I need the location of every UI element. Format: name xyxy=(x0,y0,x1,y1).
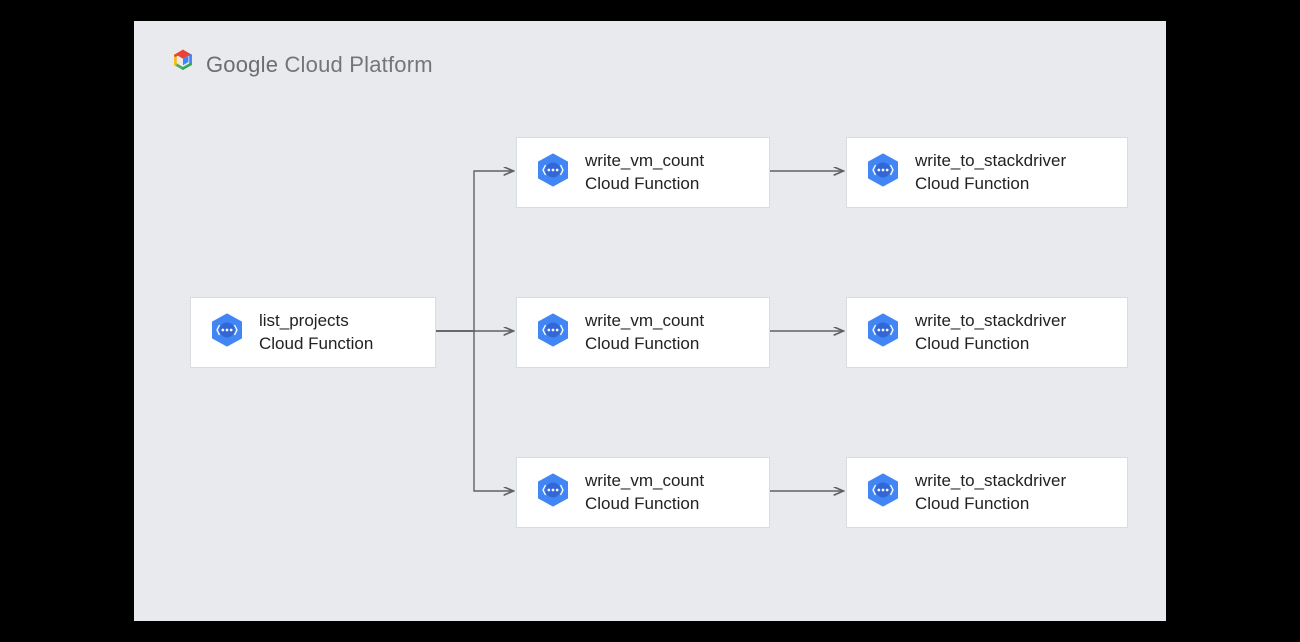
node-subtitle: Cloud Function xyxy=(915,493,1066,515)
node-write-stackdriver-3: write_to_stackdriver Cloud Function xyxy=(846,457,1128,528)
node-write-vm-count-3: write_vm_count Cloud Function xyxy=(516,457,770,528)
node-title: write_to_stackdriver xyxy=(915,470,1066,492)
node-write-stackdriver-1: write_to_stackdriver Cloud Function xyxy=(846,137,1128,208)
node-title: write_vm_count xyxy=(585,150,704,172)
node-title: write_vm_count xyxy=(585,470,704,492)
node-label: list_projects Cloud Function xyxy=(259,310,373,354)
node-list-projects: list_projects Cloud Function xyxy=(190,297,436,368)
cloud-functions-icon xyxy=(207,310,247,355)
cloud-functions-icon xyxy=(863,470,903,515)
node-label: write_to_stackdriver Cloud Function xyxy=(915,470,1066,514)
node-title: write_to_stackdriver xyxy=(915,310,1066,332)
diagram-canvas: Google Cloud Platform xyxy=(134,21,1166,621)
cloud-functions-icon xyxy=(533,470,573,515)
cloud-functions-icon xyxy=(863,150,903,195)
node-label: write_to_stackdriver Cloud Function xyxy=(915,310,1066,354)
node-subtitle: Cloud Function xyxy=(585,173,704,195)
node-title: write_to_stackdriver xyxy=(915,150,1066,172)
gcp-header: Google Cloud Platform xyxy=(170,49,433,80)
gcp-header-bold: Google xyxy=(206,52,278,77)
node-label: write_vm_count Cloud Function xyxy=(585,150,704,194)
gcp-logo-icon xyxy=(170,49,196,80)
node-title: write_vm_count xyxy=(585,310,704,332)
node-title: list_projects xyxy=(259,310,373,332)
node-subtitle: Cloud Function xyxy=(915,333,1066,355)
node-subtitle: Cloud Function xyxy=(915,173,1066,195)
node-label: write_vm_count Cloud Function xyxy=(585,310,704,354)
node-subtitle: Cloud Function xyxy=(585,493,704,515)
cloud-functions-icon xyxy=(533,150,573,195)
gcp-header-text: Google Cloud Platform xyxy=(206,52,433,78)
node-write-vm-count-2: write_vm_count Cloud Function xyxy=(516,297,770,368)
cloud-functions-icon xyxy=(533,310,573,355)
node-write-stackdriver-2: write_to_stackdriver Cloud Function xyxy=(846,297,1128,368)
node-write-vm-count-1: write_vm_count Cloud Function xyxy=(516,137,770,208)
node-subtitle: Cloud Function xyxy=(259,333,373,355)
node-label: write_vm_count Cloud Function xyxy=(585,470,704,514)
node-label: write_to_stackdriver Cloud Function xyxy=(915,150,1066,194)
node-subtitle: Cloud Function xyxy=(585,333,704,355)
gcp-header-rest: Cloud Platform xyxy=(284,52,432,77)
cloud-functions-icon xyxy=(863,310,903,355)
